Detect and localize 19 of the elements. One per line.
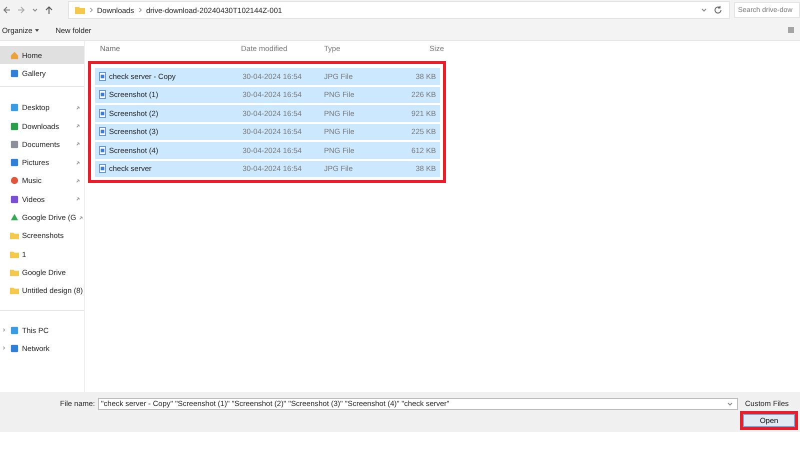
pin-icon[interactable] [76,178,80,183]
up-arrow-icon[interactable] [44,5,54,15]
expand-chevron-icon[interactable] [2,346,6,350]
pin-icon[interactable] [76,160,80,165]
pin-icon[interactable] [79,216,84,220]
triangle-icon [10,213,19,222]
pin-icon[interactable] [76,197,80,202]
pin-icon[interactable] [76,142,80,146]
house-icon [10,50,19,60]
view-options-icon[interactable] [786,25,796,35]
refresh-icon[interactable] [713,5,723,15]
expand-chevron-icon[interactable] [2,328,6,332]
forward-icon[interactable] [16,5,26,15]
back-icon[interactable] [2,5,12,15]
folder-icon [75,6,85,14]
pin-icon[interactable] [76,106,80,110]
pin-icon[interactable] [76,124,80,128]
chevron-right-icon [89,7,93,13]
chevron-right-icon [138,7,142,13]
